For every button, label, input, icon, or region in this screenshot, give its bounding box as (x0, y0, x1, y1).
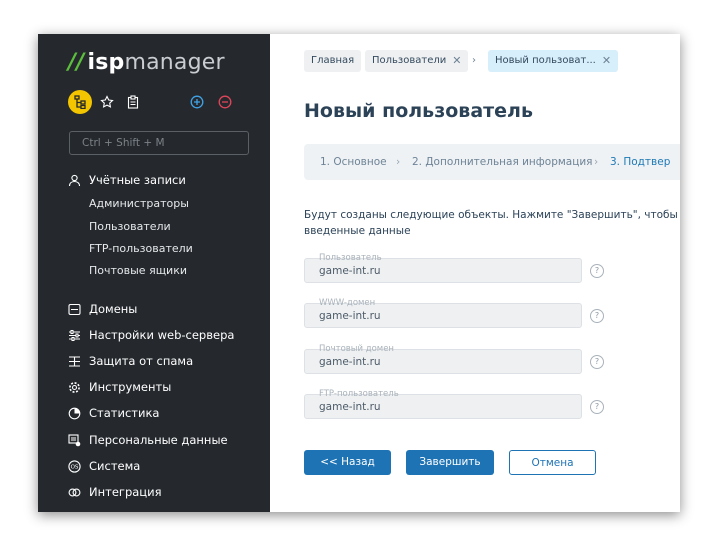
integration-icon (68, 488, 81, 496)
main-content: Главная Пользователи ✕ › Новый пользоват… (270, 34, 680, 512)
help-icon[interactable]: ? (590, 400, 604, 414)
info-text: Будут созданы следующие объекты. Нажмите… (304, 209, 678, 237)
www-domain-field: WWW-домен game-int.ru (304, 298, 582, 328)
step-separator: › (594, 156, 599, 168)
users-icon (68, 174, 81, 186)
star-icon[interactable] (98, 90, 116, 114)
os-icon: OS (68, 459, 81, 473)
sidebar-search-input[interactable]: Ctrl + Shift + M (69, 131, 249, 155)
breadcrumb-users[interactable]: Пользователи ✕ (365, 50, 469, 72)
ispmanager-logo[interactable]: //ispmanager (68, 50, 225, 75)
sidebar-item-statistics[interactable]: Статистика (68, 406, 159, 420)
sliders-icon (69, 329, 80, 341)
finish-button[interactable]: Завершить (406, 450, 494, 475)
mail-domain-field: Почтовый домен game-int.ru (304, 344, 582, 374)
close-icon[interactable]: ✕ (602, 50, 611, 72)
help-icon[interactable]: ? (590, 264, 604, 278)
help-icon[interactable]: ? (590, 309, 604, 323)
sidebar-item-web-server-settings[interactable]: Настройки web-сервера (68, 328, 234, 342)
page-title: Новый пользователь (304, 100, 533, 122)
domains-icon (68, 303, 81, 315)
sidebar-item-administrators[interactable]: Администраторы (89, 197, 189, 210)
personal-data-icon (68, 433, 81, 446)
step-separator: › (396, 156, 401, 168)
sidebar-item-label: Учётные записи (89, 173, 186, 187)
wizard-steps: 1. Основное › 2. Дополнительная информац… (304, 144, 680, 180)
sidebar-item-tools[interactable]: Инструменты (68, 380, 171, 394)
close-icon[interactable]: ✕ (452, 50, 461, 72)
step-main[interactable]: 1. Основное (320, 144, 387, 180)
sitemap-icon[interactable] (68, 90, 92, 114)
svg-text:OS: OS (71, 464, 79, 470)
sidebar-item-integration[interactable]: Интеграция (68, 485, 162, 499)
pie-chart-icon (68, 407, 81, 419)
breadcrumb-current[interactable]: Новый пользоват... ✕ (488, 50, 619, 72)
step-additional-info[interactable]: 2. Дополнительная информация (412, 144, 593, 180)
cancel-button[interactable]: Отмена (509, 450, 596, 475)
breadcrumb-separator: › (472, 55, 476, 66)
app-window: //ispmanager Ctrl + Shift + M Учётные за… (38, 34, 680, 512)
sidebar-item-spam-protection[interactable]: Защита от спама (68, 354, 193, 368)
sidebar-item-domains[interactable]: Домены (68, 302, 137, 316)
back-button[interactable]: << Назад (304, 450, 391, 475)
step-confirm[interactable]: 3. Подтвер (610, 144, 670, 180)
sidebar-item-mailboxes[interactable]: Почтовые ящики (89, 264, 187, 277)
user-field: Пользователь game-int.ru (304, 253, 582, 283)
sidebar-item-ftp-users[interactable]: FTP-пользователи (89, 242, 193, 255)
sidebar-item-personal-data[interactable]: Персональные данные (68, 433, 228, 447)
plus-circle-icon[interactable] (188, 90, 206, 114)
breadcrumb-home[interactable]: Главная (304, 50, 362, 72)
gear-icon (69, 381, 80, 393)
spam-shield-icon (69, 355, 80, 367)
sidebar-item-accounts[interactable]: Учётные записи (68, 173, 186, 187)
ftp-user-field: FTP-пользователь game-int.ru (304, 389, 582, 419)
clipboard-icon[interactable] (124, 90, 142, 114)
sidebar-item-system[interactable]: OS Система (68, 459, 140, 473)
sidebar: //ispmanager Ctrl + Shift + M Учётные за… (38, 34, 270, 512)
help-icon[interactable]: ? (590, 355, 604, 369)
sidebar-item-users[interactable]: Пользователи (89, 220, 171, 233)
minus-circle-icon[interactable] (216, 90, 234, 114)
